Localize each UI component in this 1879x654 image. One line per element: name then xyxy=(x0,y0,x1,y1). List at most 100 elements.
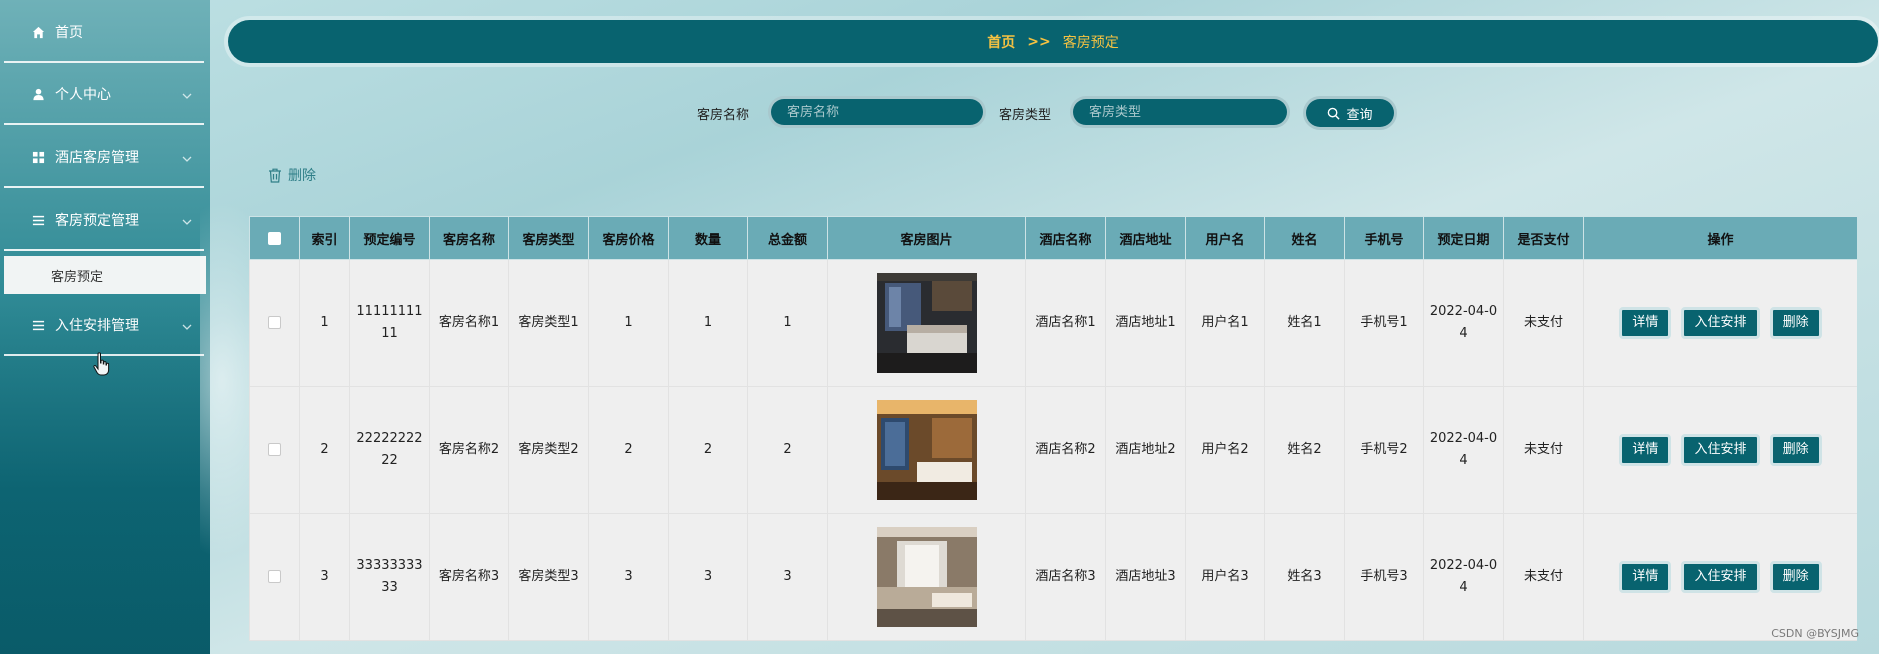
trash-icon xyxy=(269,168,281,183)
cell-actions: 详情 入住安排 删除 xyxy=(1583,259,1857,387)
breadcrumb-home[interactable]: 首页 xyxy=(987,32,1015,52)
cell-code: 2222222222 xyxy=(349,386,430,514)
room-type-input[interactable] xyxy=(1070,96,1290,128)
column-header: 操作 xyxy=(1583,216,1857,260)
column-header: 数量 xyxy=(668,216,748,260)
batch-delete-button[interactable]: 删除 xyxy=(268,165,316,185)
cell-room-name: 客房名称2 xyxy=(429,386,509,514)
sidebar-subitem-label: 客房预定 xyxy=(51,269,104,285)
cell-paid: 未支付 xyxy=(1503,513,1584,641)
cell-date: 2022-04-04 xyxy=(1423,386,1504,514)
cell-room-name: 客房名称1 xyxy=(429,259,509,387)
row-checkbox[interactable] xyxy=(268,443,281,456)
row-checkbox[interactable] xyxy=(268,570,281,583)
column-header: 预定编号 xyxy=(349,216,430,260)
cell-index: 3 xyxy=(299,513,350,641)
room-image[interactable] xyxy=(876,527,977,627)
cell-room-name: 客房名称3 xyxy=(429,513,509,641)
cell-hotel: 酒店名称1 xyxy=(1025,259,1106,387)
cell-room-type: 客房类型1 xyxy=(508,259,589,387)
select-all-header[interactable] xyxy=(249,216,300,260)
batch-delete-label: 删除 xyxy=(288,168,316,184)
room-name-label: 客房名称 xyxy=(697,108,750,123)
checkin-button[interactable]: 入住安排 xyxy=(1681,434,1760,466)
hand-cursor-icon xyxy=(93,352,111,378)
chevron-down-icon xyxy=(182,152,192,168)
sidebar-item-label: 客房预定管理 xyxy=(55,213,139,229)
cell-qty: 2 xyxy=(668,386,748,514)
cell-username: 用户名3 xyxy=(1185,513,1265,641)
column-header: 客房名称 xyxy=(429,216,509,260)
room-image[interactable] xyxy=(876,400,977,500)
row-checkbox[interactable] xyxy=(268,316,281,329)
sidebar-subitem-booking[interactable]: 客房预定 xyxy=(4,256,206,294)
cell-code: 1111111111 xyxy=(349,259,430,387)
detail-button[interactable]: 详情 xyxy=(1619,561,1672,593)
checkin-button[interactable]: 入住安排 xyxy=(1681,561,1760,593)
cell-date: 2022-04-04 xyxy=(1423,513,1504,641)
cell-index: 1 xyxy=(299,259,350,387)
sidebar-item-label: 首页 xyxy=(55,25,83,41)
cell-paid: 未支付 xyxy=(1503,259,1584,387)
sidebar-item-label: 入住安排管理 xyxy=(55,318,139,334)
cell-actions: 详情 入住安排 删除 xyxy=(1583,386,1857,514)
delete-button[interactable]: 删除 xyxy=(1769,561,1822,593)
table-row: 3 3333333333 客房名称3 客房类型3 3 3 3 酒店名称3 酒店地… xyxy=(249,513,1857,641)
cell-qty: 1 xyxy=(668,259,748,387)
cell-total: 1 xyxy=(747,259,828,387)
breadcrumb-separator: >> xyxy=(1027,33,1051,50)
delete-button[interactable]: 删除 xyxy=(1769,434,1822,466)
cell-paid: 未支付 xyxy=(1503,386,1584,514)
room-name-input[interactable] xyxy=(768,96,986,128)
cell-hotel: 酒店名称3 xyxy=(1025,513,1106,641)
booking-table: 索引 预定编号 客房名称 客房类型 客房价格 数量 总金额 客房图片 酒店名称 … xyxy=(249,216,1857,654)
cell-name: 姓名2 xyxy=(1264,386,1345,514)
sidebar-item-checkin-mgmt[interactable]: 入住安排管理 xyxy=(4,296,204,356)
select-all-checkbox[interactable] xyxy=(268,231,281,245)
column-header: 预定日期 xyxy=(1423,216,1504,260)
search-icon xyxy=(1328,107,1341,120)
grid-icon xyxy=(31,150,45,164)
search-button-label: 查询 xyxy=(1346,107,1373,123)
cell-hotel: 酒店名称2 xyxy=(1025,386,1106,514)
watermark: CSDN @BYSJMG xyxy=(1771,627,1859,640)
breadcrumb-current: 客房预定 xyxy=(1062,34,1119,51)
cell-date: 2022-04-04 xyxy=(1423,259,1504,387)
cell-price: 3 xyxy=(588,513,669,641)
cell-username: 用户名1 xyxy=(1185,259,1265,387)
list-icon xyxy=(31,213,45,227)
chevron-down-icon xyxy=(182,320,192,336)
column-header: 酒店地址 xyxy=(1105,216,1186,260)
search-button[interactable]: 查询 xyxy=(1303,96,1397,130)
room-image[interactable] xyxy=(876,273,977,373)
column-header: 酒店名称 xyxy=(1025,216,1106,260)
sidebar-item-home[interactable]: 首页 xyxy=(4,3,204,63)
cell-actions: 详情 入住安排 删除 xyxy=(1583,513,1857,641)
column-header: 客房图片 xyxy=(827,216,1026,260)
detail-button[interactable]: 详情 xyxy=(1619,307,1672,339)
cell-price: 1 xyxy=(588,259,669,387)
cell-room-type: 客房类型3 xyxy=(508,513,589,641)
column-header: 索引 xyxy=(299,216,350,260)
cell-address: 酒店地址3 xyxy=(1105,513,1186,641)
column-header: 是否支付 xyxy=(1503,216,1584,260)
table-header-row: 索引 预定编号 客房名称 客房类型 客房价格 数量 总金额 客房图片 酒店名称 … xyxy=(249,216,1857,260)
sidebar-item-booking-mgmt[interactable]: 客房预定管理 xyxy=(4,191,204,251)
column-header: 用户名 xyxy=(1185,216,1265,260)
breadcrumb: 首页 >> 客房预定 xyxy=(228,20,1878,63)
home-icon xyxy=(31,25,45,39)
cell-phone: 手机号3 xyxy=(1344,513,1424,641)
cell-total: 2 xyxy=(747,386,828,514)
delete-button[interactable]: 删除 xyxy=(1769,307,1822,339)
room-type-label: 客房类型 xyxy=(999,108,1052,123)
cell-code: 3333333333 xyxy=(349,513,430,641)
checkin-button[interactable]: 入住安排 xyxy=(1681,307,1760,339)
column-header: 客房价格 xyxy=(588,216,669,260)
sidebar-item-hotel-room-mgmt[interactable]: 酒店客房管理 xyxy=(4,128,204,188)
detail-button[interactable]: 详情 xyxy=(1619,434,1672,466)
cell-room-type: 客房类型2 xyxy=(508,386,589,514)
list-icon xyxy=(31,318,45,332)
cell-name: 姓名1 xyxy=(1264,259,1345,387)
cell-phone: 手机号2 xyxy=(1344,386,1424,514)
cell-index: 2 xyxy=(299,386,350,514)
